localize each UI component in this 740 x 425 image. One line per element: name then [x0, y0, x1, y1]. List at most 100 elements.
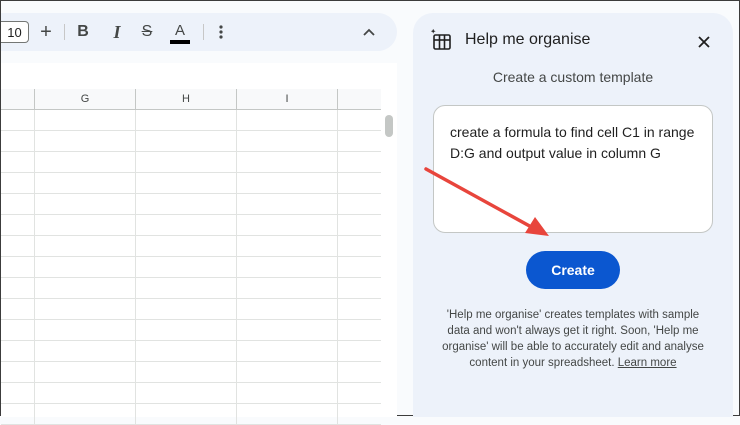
grid-cell[interactable] [1, 299, 35, 320]
prompt-input[interactable]: create a formula to find cell C1 in rang… [433, 105, 713, 233]
grid-cell[interactable] [35, 362, 136, 383]
grid-cell[interactable] [35, 131, 136, 152]
grid-cell[interactable] [1, 215, 35, 236]
grid-cell[interactable] [1, 278, 35, 299]
close-panel-button[interactable] [693, 31, 715, 53]
increase-font-size-button[interactable]: + [35, 13, 57, 51]
grid-cell[interactable] [1, 341, 35, 362]
grid-cell[interactable] [338, 173, 381, 194]
plus-icon: + [40, 20, 52, 43]
grid-cell[interactable] [136, 215, 237, 236]
learn-more-link[interactable]: Learn more [618, 357, 677, 369]
grid-cell[interactable] [136, 173, 237, 194]
grid-cell[interactable] [1, 383, 35, 404]
grid-cell[interactable] [35, 215, 136, 236]
grid-cell[interactable] [237, 299, 338, 320]
grid-cell[interactable] [136, 257, 237, 278]
grid-cell[interactable] [35, 341, 136, 362]
grid-cell[interactable] [1, 152, 35, 173]
grid-cell[interactable] [237, 383, 338, 404]
grid-cell[interactable] [338, 152, 381, 173]
grid-cell[interactable] [1, 194, 35, 215]
text-color-icon: A [174, 22, 185, 39]
bold-button[interactable]: B [73, 13, 93, 51]
grid-cell[interactable] [136, 404, 237, 425]
grid-cell[interactable] [237, 236, 338, 257]
toolbar-divider [203, 24, 204, 40]
column-header-g[interactable]: G [35, 89, 136, 109]
grid-cell[interactable] [1, 110, 35, 131]
grid-cell[interactable] [338, 110, 381, 131]
grid-cell[interactable] [35, 194, 136, 215]
grid-cell[interactable] [1, 131, 35, 152]
grid-cell[interactable] [136, 299, 237, 320]
text-color-button[interactable]: A [169, 13, 191, 51]
grid-cell[interactable] [1, 236, 35, 257]
font-size-input[interactable]: 10 [1, 21, 29, 43]
grid-cell[interactable] [1, 404, 35, 425]
grid-cell[interactable] [237, 194, 338, 215]
close-icon [698, 36, 710, 48]
grid-cell[interactable] [338, 383, 381, 404]
grid-cell[interactable] [338, 404, 381, 425]
grid-cell[interactable] [338, 131, 381, 152]
column-header-f[interactable] [1, 89, 35, 109]
grid-cell[interactable] [136, 341, 237, 362]
grid-cell[interactable] [237, 173, 338, 194]
more-options-button[interactable] [211, 13, 231, 51]
grid-cell[interactable] [237, 215, 338, 236]
column-header-i[interactable]: I [237, 89, 338, 109]
grid-cell[interactable] [35, 257, 136, 278]
grid-cell[interactable] [35, 110, 136, 131]
grid-cell[interactable] [136, 383, 237, 404]
grid-cell[interactable] [237, 404, 338, 425]
grid-cell[interactable] [35, 152, 136, 173]
grid-cell[interactable] [1, 173, 35, 194]
bold-icon: B [77, 23, 89, 40]
grid-cell[interactable] [338, 236, 381, 257]
collapse-toolbar-button[interactable] [357, 13, 381, 51]
column-header-h[interactable]: H [136, 89, 237, 109]
grid-cell[interactable] [136, 194, 237, 215]
grid-cell[interactable] [237, 257, 338, 278]
vertical-scrollbar[interactable] [385, 115, 393, 137]
grid-cell[interactable] [35, 236, 136, 257]
grid-cell[interactable] [237, 320, 338, 341]
grid-cell[interactable] [136, 131, 237, 152]
grid-cell[interactable] [35, 320, 136, 341]
grid-cell[interactable] [1, 257, 35, 278]
grid-cell[interactable] [136, 362, 237, 383]
grid-cell[interactable] [237, 362, 338, 383]
grid-cell[interactable] [338, 299, 381, 320]
grid-cell[interactable] [237, 110, 338, 131]
grid-cell[interactable] [338, 278, 381, 299]
grid-cell[interactable] [136, 278, 237, 299]
grid-cell[interactable] [237, 131, 338, 152]
grid-cell[interactable] [136, 152, 237, 173]
grid-cell[interactable] [338, 194, 381, 215]
italic-icon: I [113, 21, 121, 42]
grid-cell[interactable] [338, 257, 381, 278]
grid-cell[interactable] [35, 383, 136, 404]
strikethrough-button[interactable]: S [137, 13, 157, 51]
create-button[interactable]: Create [526, 251, 620, 289]
grid-cell[interactable] [237, 152, 338, 173]
grid-cell[interactable] [338, 362, 381, 383]
grid-cell[interactable] [136, 110, 237, 131]
grid-cell[interactable] [338, 215, 381, 236]
grid-cell[interactable] [136, 236, 237, 257]
italic-button[interactable]: I [107, 13, 127, 51]
column-header-j[interactable] [338, 89, 381, 109]
grid-cell[interactable] [1, 362, 35, 383]
spreadsheet-grid[interactable]: G H I [1, 63, 397, 425]
grid-cell[interactable] [35, 278, 136, 299]
grid-cell[interactable] [338, 341, 381, 362]
grid-cell[interactable] [35, 299, 136, 320]
grid-cell[interactable] [338, 320, 381, 341]
grid-cell[interactable] [35, 404, 136, 425]
grid-cell[interactable] [237, 278, 338, 299]
grid-cell[interactable] [136, 320, 237, 341]
grid-cell[interactable] [237, 341, 338, 362]
grid-cell[interactable] [35, 173, 136, 194]
grid-cell[interactable] [1, 320, 35, 341]
